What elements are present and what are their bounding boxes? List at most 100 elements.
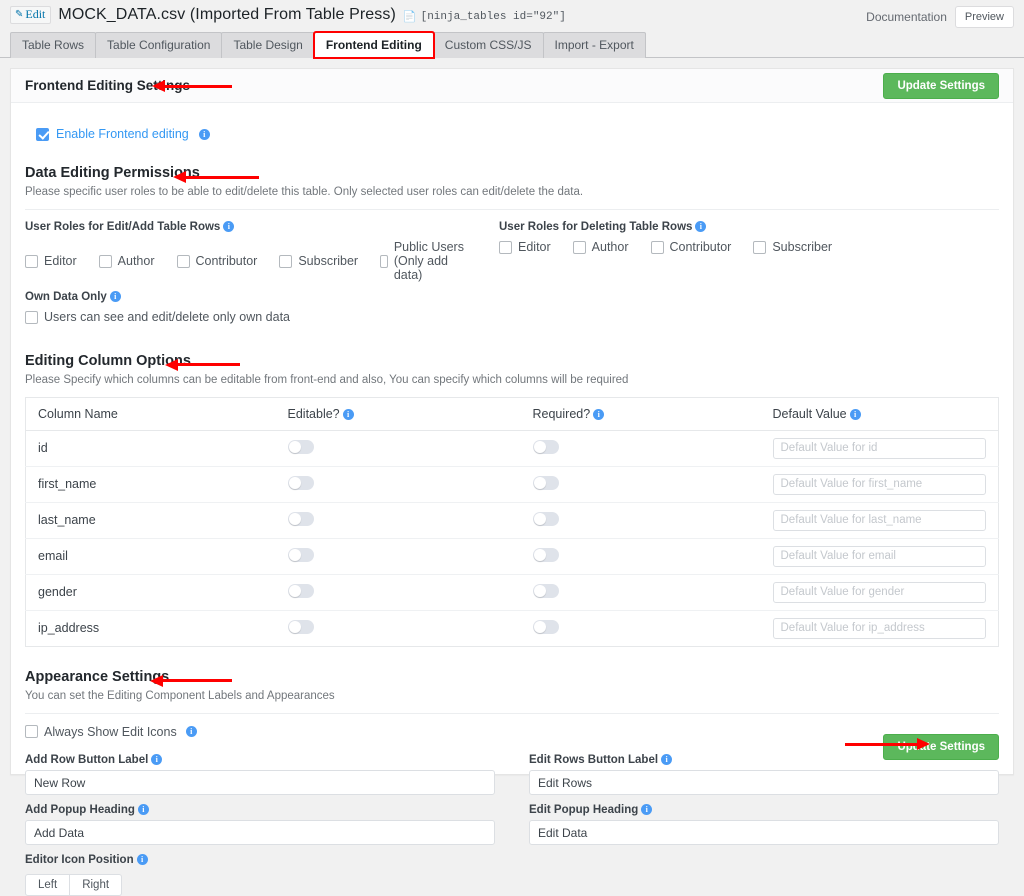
edit-rows-button-label-input[interactable]: [529, 770, 999, 795]
edit-button[interactable]: ✎ Edit: [10, 6, 51, 24]
info-icon[interactable]: i: [343, 409, 354, 420]
update-settings-button-top[interactable]: Update Settings: [883, 73, 999, 99]
appearance-settings-description: You can set the Editing Component Labels…: [25, 690, 999, 702]
divider: [25, 713, 999, 714]
role-checkbox-subscriber[interactable]: Subscriber: [279, 254, 358, 268]
info-icon[interactable]: i: [593, 409, 604, 420]
editable-toggle[interactable]: [288, 476, 314, 490]
info-icon[interactable]: i: [110, 291, 121, 302]
always-show-edit-icons-row[interactable]: Always Show Edit Icons i: [25, 725, 197, 739]
default-value-input[interactable]: [773, 510, 987, 531]
checkbox[interactable]: [380, 255, 388, 268]
info-icon[interactable]: i: [151, 754, 162, 765]
role-checkbox-contributor[interactable]: Contributor: [177, 254, 258, 268]
role-checkbox-editor[interactable]: Editor: [25, 254, 77, 268]
edit-popup-heading-label-text: Edit Popup Headingi: [529, 804, 999, 816]
checkbox[interactable]: [99, 255, 112, 268]
column-name-cell: email: [26, 538, 276, 574]
enable-frontend-editing-checkbox[interactable]: [36, 128, 49, 141]
appearance-fields: Add Row Button Labeli Add Popup Headingi…: [25, 745, 999, 896]
editable-cell: [276, 502, 521, 538]
enable-frontend-editing-row[interactable]: Enable Frontend editing i: [25, 117, 999, 141]
editable-toggle[interactable]: [288, 584, 314, 598]
checkbox[interactable]: [279, 255, 292, 268]
required-toggle[interactable]: [533, 548, 559, 562]
table-row: email: [26, 538, 999, 574]
preview-button[interactable]: Preview: [955, 6, 1014, 28]
required-toggle[interactable]: [533, 620, 559, 634]
tab-table-design[interactable]: Table Design: [221, 32, 314, 58]
info-icon[interactable]: i: [199, 129, 210, 140]
checkbox[interactable]: [573, 241, 586, 254]
editable-cell: [276, 430, 521, 466]
default-value-input[interactable]: [773, 618, 987, 639]
delete-role-checkbox-subscriber[interactable]: Subscriber: [753, 240, 832, 254]
tab-import-export[interactable]: Import - Export: [543, 32, 646, 58]
required-toggle[interactable]: [533, 584, 559, 598]
shortcode[interactable]: 📄 [ninja_tables id="92"]: [403, 10, 566, 24]
own-data-only-checkbox-row[interactable]: Users can see and edit/delete only own d…: [25, 310, 290, 324]
edit-popup-heading-field: Edit Popup Headingi: [529, 804, 999, 845]
default-value-input[interactable]: [773, 438, 987, 459]
checkbox[interactable]: [177, 255, 190, 268]
editing-column-options-title: Editing Column Options: [25, 353, 191, 369]
editable-toggle[interactable]: [288, 440, 314, 454]
appearance-settings-section: Appearance Settings You can set the Edit…: [25, 669, 999, 896]
tab-frontend-editing[interactable]: Frontend Editing: [314, 32, 434, 58]
always-show-edit-icons-checkbox[interactable]: [25, 725, 38, 738]
update-settings-button-bottom[interactable]: Update Settings: [883, 734, 999, 760]
title-row: ✎ Edit MOCK_DATA.csv (Imported From Tabl…: [10, 6, 566, 24]
delete-role-checkbox-author[interactable]: Author: [573, 240, 629, 254]
page-header: ✎ Edit MOCK_DATA.csv (Imported From Tabl…: [0, 0, 1024, 30]
info-icon[interactable]: i: [641, 804, 652, 815]
info-icon[interactable]: i: [850, 409, 861, 420]
own-data-only-label: Own Data Onlyi: [25, 291, 999, 303]
default-value-input[interactable]: [773, 546, 987, 567]
tab-table-configuration[interactable]: Table Configuration: [95, 32, 222, 58]
edit-popup-heading-input[interactable]: [529, 820, 999, 845]
checkbox[interactable]: [499, 241, 512, 254]
info-icon[interactable]: i: [223, 221, 234, 232]
tab-custom-css-js[interactable]: Custom CSS/JS: [433, 32, 544, 58]
required-toggle[interactable]: [533, 440, 559, 454]
table-header-row: Column Name Editable?i Required?i Defaul…: [26, 397, 999, 430]
required-toggle[interactable]: [533, 476, 559, 490]
checkbox[interactable]: [25, 255, 38, 268]
info-icon[interactable]: i: [186, 726, 197, 737]
delete-roles-column: User Roles for Deleting Table Rowsi Edit…: [499, 221, 999, 282]
default-value-input[interactable]: [773, 582, 987, 603]
required-cell: [521, 538, 761, 574]
tab-table-rows[interactable]: Table Rows: [10, 32, 96, 58]
default-value-input[interactable]: [773, 474, 987, 495]
add-popup-heading-input[interactable]: [25, 820, 495, 845]
header-column-name: Column Name: [26, 397, 276, 430]
enable-frontend-editing-label: Enable Frontend editing: [56, 127, 189, 141]
card-footer: Update Settings: [883, 734, 999, 760]
info-icon[interactable]: i: [138, 804, 149, 815]
info-icon[interactable]: i: [695, 221, 706, 232]
editable-toggle[interactable]: [288, 512, 314, 526]
role-checkbox-author[interactable]: Author: [99, 254, 155, 268]
role-label: Public Users (Only add data): [394, 240, 477, 282]
checkbox[interactable]: [753, 241, 766, 254]
role-label: Contributor: [196, 254, 258, 268]
info-icon[interactable]: i: [661, 754, 672, 765]
delete-role-checkbox-contributor[interactable]: Contributor: [651, 240, 732, 254]
documentation-link[interactable]: Documentation: [866, 10, 947, 24]
editable-cell: [276, 574, 521, 610]
checkbox[interactable]: [25, 311, 38, 324]
add-row-button-label-input[interactable]: [25, 770, 495, 795]
editable-toggle[interactable]: [288, 620, 314, 634]
icon-position-left-button[interactable]: Left: [25, 874, 70, 896]
delete-role-checkbox-editor[interactable]: Editor: [499, 240, 551, 254]
column-name-cell: last_name: [26, 502, 276, 538]
info-icon[interactable]: i: [137, 854, 148, 865]
icon-position-right-button[interactable]: Right: [70, 874, 122, 896]
role-checkbox-public-users[interactable]: Public Users (Only add data): [380, 240, 477, 282]
checkbox[interactable]: [651, 241, 664, 254]
editable-cell: [276, 538, 521, 574]
required-toggle[interactable]: [533, 512, 559, 526]
role-label: Editor: [518, 240, 551, 254]
editable-toggle[interactable]: [288, 548, 314, 562]
column-options-table: Column Name Editable?i Required?i Defaul…: [25, 397, 999, 647]
